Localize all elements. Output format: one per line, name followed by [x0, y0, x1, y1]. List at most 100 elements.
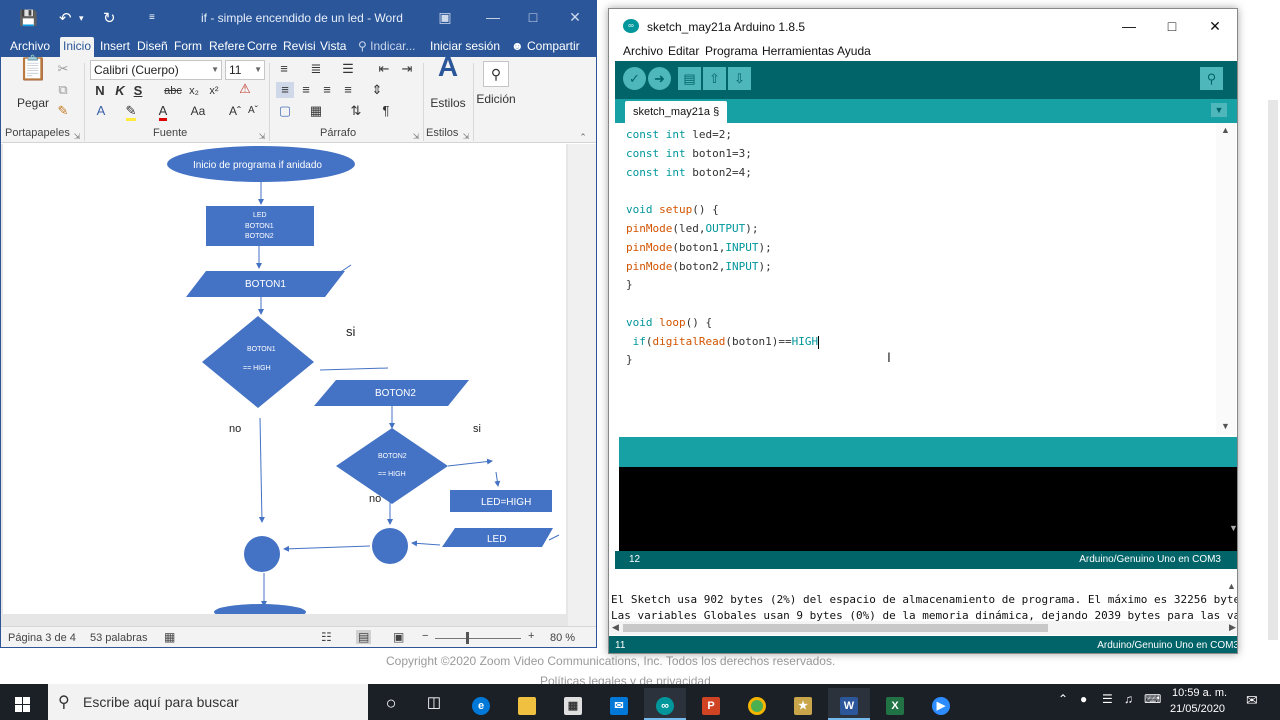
sketch-tab[interactable]: sketch_may21a §: [625, 101, 728, 123]
paste-icon[interactable]: 📋: [17, 57, 49, 91]
task-view-icon[interactable]: ◫: [413, 688, 455, 720]
zoom-out-icon[interactable]: −: [422, 630, 428, 642]
highlight-icon[interactable]: ✎: [123, 103, 139, 121]
powerpoint-icon[interactable]: P: [690, 688, 732, 720]
sort-icon[interactable]: ⇅: [347, 103, 365, 119]
print-layout-icon[interactable]: ▤: [356, 630, 372, 644]
scroll-up-icon[interactable]: ▲: [1221, 125, 1230, 135]
tab-insertar[interactable]: Insert: [97, 37, 133, 57]
paragraph-launcher-icon[interactable]: ⇲: [411, 129, 421, 145]
zoom-slider[interactable]: [435, 638, 521, 639]
arduino-taskbar-icon[interactable]: ∞: [644, 688, 686, 720]
underline-icon[interactable]: S: [131, 83, 145, 99]
zoom-slider-thumb[interactable]: [466, 632, 469, 644]
arduino-console[interactable]: [619, 467, 1237, 551]
line-spacing-icon[interactable]: ⇕: [367, 82, 387, 98]
cortana-icon[interactable]: ○: [370, 688, 412, 720]
minimize-icon[interactable]: —: [483, 7, 503, 27]
verify-icon[interactable]: ✓: [623, 67, 646, 90]
windows-start-icon[interactable]: [2, 688, 44, 720]
scroll-down-icon[interactable]: ▼: [1221, 421, 1230, 431]
cut-icon[interactable]: ✂: [56, 61, 70, 77]
tab-archivo[interactable]: Archivo: [7, 37, 53, 57]
edge-icon[interactable]: e: [460, 688, 502, 720]
grow-font-icon[interactable]: Aˆ: [227, 103, 243, 119]
read-mode-icon[interactable]: ☷: [321, 630, 332, 644]
word-taskbar-icon[interactable]: W: [828, 688, 870, 720]
scroll-up-icon[interactable]: ▲: [1227, 581, 1236, 591]
paste-label[interactable]: Pegar: [15, 95, 51, 111]
store-icon[interactable]: ▦: [552, 688, 594, 720]
code-editor[interactable]: const int led=2; const int boton1=3; con…: [619, 123, 1226, 435]
close-icon[interactable]: ✕: [1200, 17, 1230, 35]
bullets-icon[interactable]: ≡: [276, 61, 292, 77]
bold-icon[interactable]: N: [93, 83, 107, 99]
shrink-font-icon[interactable]: Aˇ: [245, 103, 261, 119]
font-size-combo[interactable]: 11 ▼: [225, 60, 265, 80]
scroll-left-icon[interactable]: ◀: [612, 622, 619, 633]
serial-monitor-icon[interactable]: ⚲: [1200, 67, 1223, 90]
zoom-level[interactable]: 80 %: [550, 632, 575, 644]
clear-format-icon[interactable]: ⚠: [237, 81, 253, 97]
scroll-right-icon[interactable]: ▶: [1229, 622, 1236, 633]
borders-icon[interactable]: ▦: [307, 103, 325, 119]
show-marks-icon[interactable]: ¶: [377, 103, 395, 119]
menu-editar[interactable]: Editar: [668, 44, 699, 58]
proofing-icon[interactable]: ▦: [164, 630, 175, 644]
menu-ayuda[interactable]: Ayuda: [837, 44, 871, 58]
editor-scrollbar[interactable]: ▲ ▼: [1216, 123, 1236, 435]
tab-correspondencia[interactable]: Corre: [244, 37, 280, 57]
font-name-combo[interactable]: Calibri (Cuerpo) ▼: [90, 60, 222, 80]
share-button[interactable]: ☻ Compartir: [508, 37, 583, 57]
superscript-icon[interactable]: x²: [207, 83, 221, 99]
redo-icon[interactable]: ↻: [103, 9, 116, 27]
new-sketch-icon[interactable]: ▤: [678, 67, 701, 90]
open-sketch-icon[interactable]: ⇧: [703, 67, 726, 90]
shading-icon[interactable]: ▢: [276, 103, 294, 119]
align-right-icon[interactable]: ≡: [318, 82, 336, 98]
microphone-icon[interactable]: ●: [1080, 692, 1087, 706]
find-icon[interactable]: ⚲: [483, 61, 509, 87]
change-case-icon[interactable]: Aa: [187, 103, 209, 119]
italic-icon[interactable]: K: [113, 83, 127, 99]
editing-label[interactable]: Edición: [475, 91, 517, 107]
chrome-icon[interactable]: [736, 688, 778, 720]
tab-menu-icon[interactable]: ▼: [1211, 103, 1227, 117]
menu-programa[interactable]: Programa: [705, 44, 758, 58]
page-count[interactable]: Página 3 de 4: [8, 632, 76, 644]
clipboard-launcher-icon[interactable]: ⇲: [72, 129, 82, 145]
collapse-ribbon-icon[interactable]: ⌃: [577, 129, 589, 145]
upload-icon[interactable]: ➜: [648, 67, 671, 90]
subscript-icon[interactable]: x₂: [187, 83, 201, 99]
undo-dropdown-icon[interactable]: ▾: [79, 13, 84, 24]
maximize-icon[interactable]: □: [1157, 17, 1187, 35]
ribbon-options-icon[interactable]: ▣: [435, 7, 455, 27]
tab-vista[interactable]: Vista: [317, 37, 349, 57]
tab-formato[interactable]: Form: [171, 37, 205, 57]
align-center-icon[interactable]: ≡: [297, 82, 315, 98]
network-icon[interactable]: ☰: [1102, 692, 1113, 706]
show-hidden-icons-icon[interactable]: ⌃: [1058, 692, 1068, 706]
mail-icon[interactable]: ✉: [598, 688, 640, 720]
clock-date[interactable]: 21/05/2020: [1170, 703, 1225, 715]
increase-indent-icon[interactable]: ⇥: [399, 61, 415, 77]
styles-icon[interactable]: A: [433, 53, 463, 93]
customize-toolbar-icon[interactable]: ≡: [149, 12, 155, 23]
tell-me-search[interactable]: ⚲ Indicar...: [355, 37, 419, 57]
word-vertical-scrollbar[interactable]: [568, 144, 596, 626]
console-scrollbar[interactable]: ▼: [1226, 467, 1237, 551]
decrease-indent-icon[interactable]: ⇤: [376, 61, 392, 77]
zoom-icon[interactable]: ▶: [920, 688, 962, 720]
styles-label[interactable]: Estilos: [427, 95, 469, 111]
menu-herramientas[interactable]: Herramientas: [762, 44, 834, 58]
file-explorer-icon[interactable]: [506, 688, 548, 720]
clock-time[interactable]: 10:59 a. m.: [1172, 687, 1227, 699]
tab-inicio[interactable]: Inicio: [60, 37, 95, 57]
format-painter-icon[interactable]: ✎: [56, 103, 70, 119]
font-color-icon[interactable]: A: [155, 103, 171, 121]
taskbar-search[interactable]: ⚲ Escribe aquí para buscar: [48, 684, 368, 720]
tab-revisar[interactable]: Revisi: [280, 37, 319, 57]
close-icon[interactable]: ✕: [565, 7, 585, 27]
save-sketch-icon[interactable]: ⇩: [728, 67, 751, 90]
strikethrough-icon[interactable]: abc: [163, 83, 183, 99]
